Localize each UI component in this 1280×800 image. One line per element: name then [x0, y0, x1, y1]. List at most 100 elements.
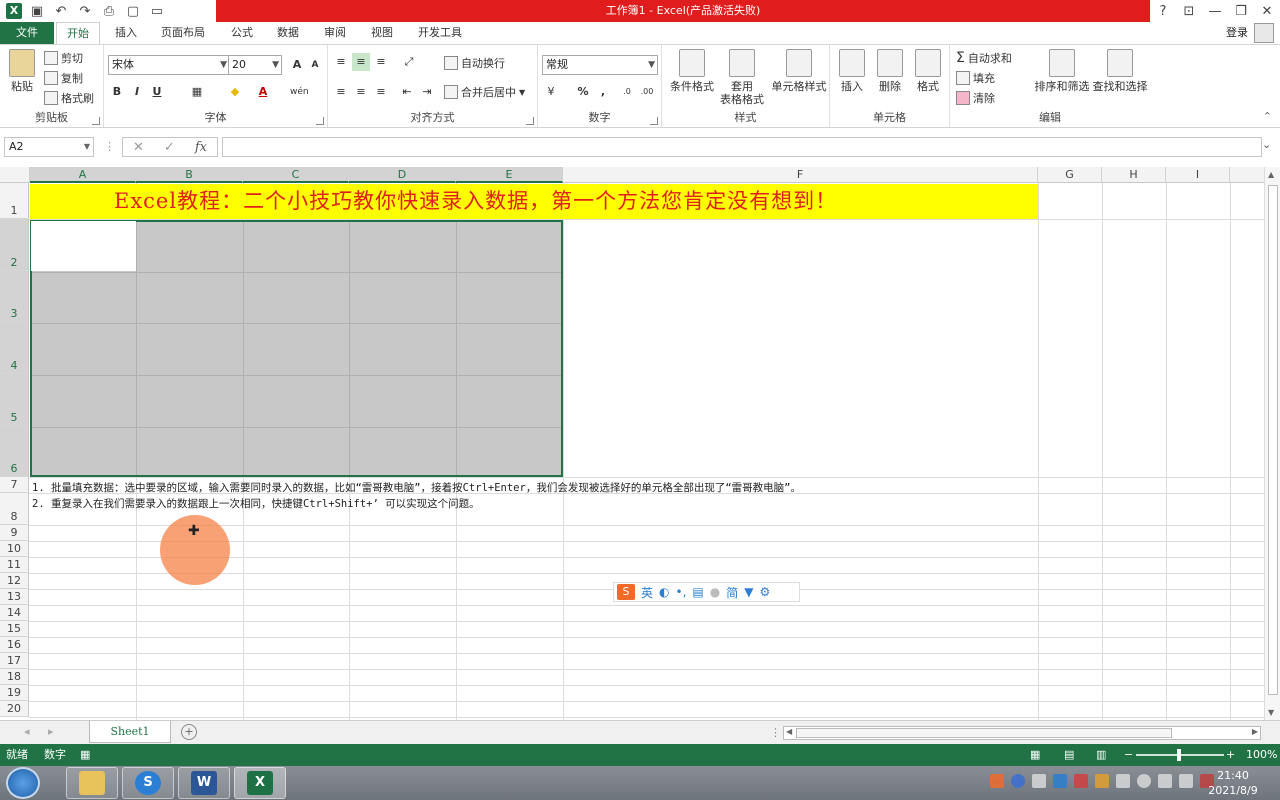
delete-cells-button[interactable]: 删除 [874, 49, 906, 93]
cancel-icon[interactable]: ✕ [133, 140, 144, 155]
conditional-format-button[interactable]: 条件格式 [666, 49, 718, 93]
tab-formulas[interactable]: 公式 [220, 22, 264, 44]
comma-icon[interactable]: , [594, 83, 612, 101]
bold-button[interactable]: B [108, 83, 126, 101]
moon-icon[interactable]: ◐ [659, 585, 669, 599]
column-header-d[interactable]: D [349, 167, 456, 183]
zoom-in-icon[interactable]: + [1226, 744, 1235, 766]
windows-tray-icon[interactable] [1053, 774, 1067, 788]
row-header-14[interactable]: 14 [0, 605, 29, 621]
zoom-slider-thumb[interactable] [1177, 749, 1181, 761]
row-header-17[interactable]: 17 [0, 653, 29, 669]
increase-decimal-icon[interactable]: .0 [618, 83, 636, 101]
tab-review[interactable]: 审阅 [313, 22, 357, 44]
scroll-thumb[interactable] [1268, 185, 1278, 695]
minimize-icon[interactable]: — [1202, 0, 1228, 22]
restore-icon[interactable]: ❐ [1228, 0, 1254, 22]
expand-formula-icon[interactable]: ⌄ [1262, 138, 1271, 151]
align-top-icon[interactable]: ≡ [332, 53, 350, 71]
italic-button[interactable]: I [128, 83, 146, 101]
grow-font-icon[interactable]: A [288, 56, 306, 74]
sogou-tray-icon[interactable] [990, 774, 1004, 788]
row-header-6[interactable]: 6 [0, 426, 29, 477]
cell-styles-button[interactable]: 单元格样式 [768, 49, 830, 93]
align-bottom-icon[interactable]: ≡ [372, 53, 390, 71]
avatar[interactable] [1254, 23, 1274, 43]
cut-button[interactable]: 剪切 [44, 49, 83, 67]
start-button[interactable] [6, 767, 40, 799]
punctuation-icon[interactable]: •, [676, 585, 687, 599]
row-header-20[interactable]: 20 [0, 701, 29, 717]
scroll-down-icon[interactable]: ▼ [1268, 708, 1274, 717]
align-left-icon[interactable]: ≡ [332, 83, 350, 101]
clear-button[interactable]: 清除 [956, 89, 995, 107]
insert-function-icon[interactable]: fx [195, 140, 207, 155]
decrease-indent-icon[interactable]: ⇤ [398, 83, 416, 101]
column-header-f[interactable]: F [563, 167, 1038, 183]
row-header-2[interactable]: 2 [0, 219, 29, 271]
row-header-4[interactable]: 4 [0, 322, 29, 374]
align-center-icon[interactable]: ≡ [352, 83, 370, 101]
help-tray-icon[interactable] [1011, 774, 1025, 788]
column-header-c[interactable]: C [243, 167, 349, 183]
borders-icon[interactable]: ▦ [188, 83, 206, 101]
decrease-decimal-icon[interactable]: .00 [638, 83, 656, 101]
zoom-out-icon[interactable]: − [1124, 744, 1133, 766]
monitor-icon[interactable] [1179, 774, 1193, 788]
sort-filter-button[interactable]: 排序和筛选 [1034, 49, 1090, 93]
format-painter-button[interactable]: 格式刷 [44, 89, 94, 107]
row-header-15[interactable]: 15 [0, 621, 29, 637]
worksheet-grid[interactable]: A B C D E F G H I 1 2 3 4 5 6 7 8 9 10 1… [0, 167, 1264, 720]
network-icon[interactable] [1137, 774, 1151, 788]
name-box[interactable]: A2 ▼ [4, 137, 94, 157]
next-sheet-icon[interactable]: ▸ [48, 725, 54, 738]
ribbon-display-icon[interactable]: ⊡ [1176, 0, 1202, 22]
underline-button[interactable]: U [148, 83, 166, 101]
insert-cells-button[interactable]: 插入 [836, 49, 868, 93]
user-icon[interactable]: ● [710, 585, 720, 599]
ime-english-toggle[interactable]: 英 [641, 584, 653, 601]
scroll-right-icon[interactable]: ▶ [1252, 727, 1258, 736]
prev-sheet-icon[interactable]: ◂ [24, 725, 30, 738]
align-right-icon[interactable]: ≡ [372, 83, 390, 101]
save-icon[interactable]: ▣ [28, 2, 46, 20]
dialog-launcher-icon[interactable] [526, 117, 534, 125]
column-header-b[interactable]: B [136, 167, 243, 183]
row-header-3[interactable]: 3 [0, 271, 29, 322]
skin-icon[interactable]: ▼ [744, 585, 753, 599]
sheet-tab-sheet1[interactable]: Sheet1 [89, 721, 171, 743]
orientation-icon[interactable]: ⤢ [400, 53, 418, 71]
page-layout-view-icon[interactable]: ▤ [1064, 744, 1074, 766]
settings-gear-icon[interactable]: ⚙ [759, 585, 770, 599]
keyboard-icon[interactable]: ▤ [692, 585, 703, 599]
enter-icon[interactable]: ✓ [164, 140, 175, 155]
fill-button[interactable]: 填充 [956, 69, 995, 87]
row-header-11[interactable]: 11 [0, 557, 29, 573]
paste-button[interactable]: 粘贴 [6, 49, 38, 93]
taskbar-sogou[interactable]: S [122, 767, 174, 799]
app-tray-icon[interactable] [1074, 774, 1088, 788]
format-cells-button[interactable]: 格式 [912, 49, 944, 93]
column-header-e[interactable]: E [456, 167, 563, 183]
font-name-select[interactable]: 宋体 ▼ [108, 55, 230, 75]
taskbar-word[interactable]: W [178, 767, 230, 799]
taskbar-explorer[interactable] [66, 767, 118, 799]
volume-muted-icon[interactable] [1095, 774, 1109, 788]
redo-icon[interactable]: ↷ [76, 2, 94, 20]
collapse-ribbon-icon[interactable]: ⌃ [1263, 110, 1272, 123]
formula-input[interactable] [222, 137, 1262, 157]
percent-icon[interactable]: % [574, 83, 592, 101]
align-middle-icon[interactable]: ≡ [352, 53, 370, 71]
merge-center-button[interactable]: 合并后居中 ▼ [444, 83, 525, 101]
font-color-icon[interactable]: A [254, 83, 272, 101]
row-header-18[interactable]: 18 [0, 669, 29, 685]
ime-simplified-toggle[interactable]: 简 [726, 584, 738, 601]
row-header-10[interactable]: 10 [0, 541, 29, 557]
vertical-scrollbar[interactable]: ▲ ▼ [1264, 167, 1280, 720]
row-header-16[interactable]: 16 [0, 637, 29, 653]
tab-page-layout[interactable]: 页面布局 [152, 22, 214, 44]
tab-developer[interactable]: 开发工具 [410, 22, 470, 44]
tab-view[interactable]: 视图 [360, 22, 404, 44]
number-format-select[interactable]: 常规 ▼ [542, 55, 658, 75]
increase-indent-icon[interactable]: ⇥ [418, 83, 436, 101]
